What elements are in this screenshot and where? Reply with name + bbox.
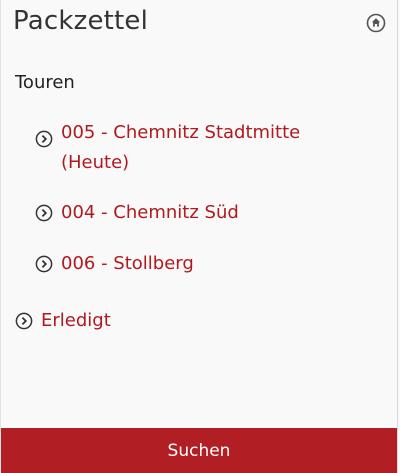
search-button-label: Suchen	[167, 440, 231, 461]
erledigt-label: Erledigt	[41, 310, 111, 331]
erledigt-link[interactable]: Erledigt	[15, 306, 111, 336]
chevron-right-circle-icon	[15, 312, 33, 330]
tour-item-006[interactable]: 006 - Stollberg	[35, 249, 351, 279]
tour-item-004[interactable]: 004 - Chemnitz Süd	[35, 198, 351, 228]
page-title: Packzettel	[13, 6, 149, 36]
tour-item-005[interactable]: 005 - Chemnitz Stadtmitte (Heute)	[35, 118, 351, 178]
chevron-right-circle-icon	[35, 255, 53, 273]
touren-heading: Touren	[15, 72, 75, 93]
tour-label: 005 - Chemnitz Stadtmitte (Heute)	[61, 122, 301, 173]
chevron-right-circle-icon	[35, 130, 53, 148]
tour-label: 006 - Stollberg	[61, 253, 194, 274]
tour-label: 004 - Chemnitz Süd	[61, 202, 239, 223]
search-button[interactable]: Suchen	[1, 428, 397, 473]
chevron-right-circle-icon	[35, 204, 53, 222]
packzettel-panel: Packzettel Touren 005 - Chemnitz Stadtmi…	[0, 0, 398, 473]
home-icon[interactable]	[366, 13, 386, 33]
